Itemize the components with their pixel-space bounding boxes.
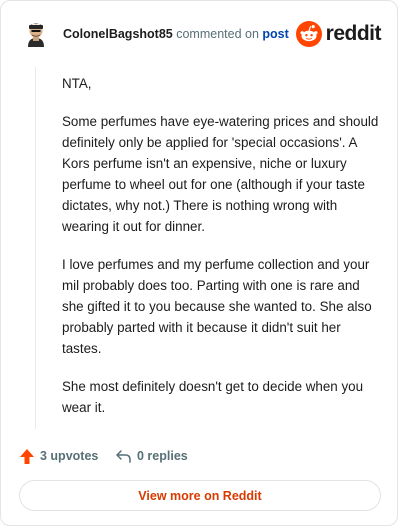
- thread-line: [35, 67, 36, 429]
- comment-paragraph: NTA,: [62, 76, 92, 91]
- comment-header: ColonelBagshot85 commented on post reddi…: [19, 15, 382, 55]
- action-text: commented on: [176, 27, 259, 41]
- reply-count: 0 replies: [137, 449, 188, 463]
- upvote-arrow-icon: [20, 448, 34, 464]
- reddit-wordmark: reddit: [325, 22, 382, 45]
- post-link[interactable]: post: [262, 27, 288, 41]
- comment-embed-card: ColonelBagshot85 commented on post reddi…: [0, 0, 398, 526]
- comment-body: NTA, Some perfumes have eye-watering pri…: [62, 73, 382, 435]
- upvote-button[interactable]: 3 upvotes: [19, 445, 98, 467]
- reply-button[interactable]: 0 replies: [115, 445, 188, 467]
- comment-paragraph: She most definitely doesn't get to decid…: [62, 379, 364, 415]
- reddit-snoo-icon: [295, 21, 322, 47]
- comment-paragraph: Some perfumes have eye-watering prices a…: [62, 114, 379, 234]
- user-avatar-icon[interactable]: [19, 17, 53, 51]
- username-link[interactable]: ColonelBagshot85: [63, 27, 173, 41]
- upvote-count: 3 upvotes: [40, 449, 99, 463]
- comment-paragraph: I love perfumes and my perfume collectio…: [62, 257, 372, 356]
- comment-meta: ColonelBagshot85 commented on post: [63, 27, 289, 41]
- comment-actions: 3 upvotes 0 replies: [19, 445, 379, 467]
- view-more-button[interactable]: View more on Reddit: [19, 480, 381, 511]
- reddit-logo[interactable]: reddit: [295, 19, 382, 49]
- reply-arrow-icon: [116, 450, 131, 463]
